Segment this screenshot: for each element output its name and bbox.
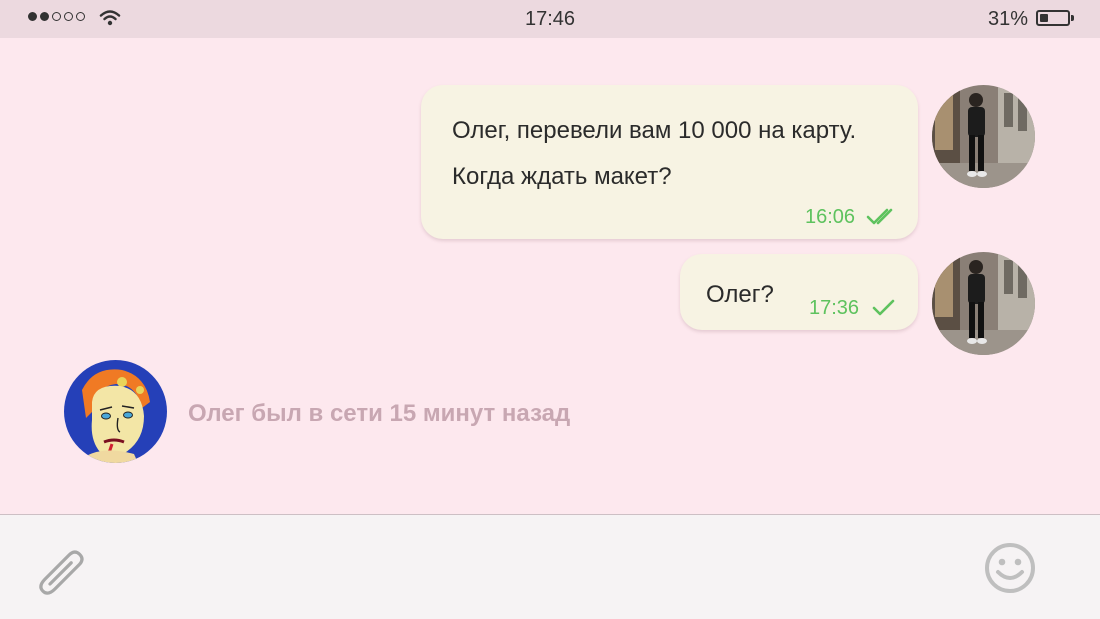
message-time: 17:36	[809, 297, 860, 319]
status-time: 17:46	[524, 8, 576, 30]
battery-level	[1040, 14, 1048, 22]
contact-presence-status: Олег был в сети 15 минут назад	[188, 400, 571, 427]
outgoing-message[interactable]: Олег, перевели вам 10 000 на карту. Когд…	[421, 85, 918, 239]
input-bar	[0, 514, 1100, 619]
battery-icon	[1036, 10, 1070, 26]
message-text: Олег, перевели вам 10 000 на карту.	[452, 117, 857, 144]
double-check-icon	[866, 208, 893, 225]
my-avatar[interactable]	[932, 85, 1035, 188]
battery-percent: 31%	[987, 8, 1028, 30]
contact-avatar[interactable]	[64, 360, 167, 463]
message-time: 16:06	[805, 206, 856, 228]
paperclip-icon[interactable]	[32, 541, 92, 603]
check-icon	[872, 299, 895, 316]
my-avatar[interactable]	[932, 252, 1035, 355]
battery-tip	[1071, 15, 1074, 21]
message-text: Когда ждать макет?	[452, 163, 672, 190]
outgoing-message[interactable]: Олег? 17:36	[680, 254, 918, 330]
status-bar: 17:46 31%	[0, 0, 1100, 38]
message-text: Олег?	[706, 281, 774, 308]
smiley-icon[interactable]	[983, 541, 1037, 595]
